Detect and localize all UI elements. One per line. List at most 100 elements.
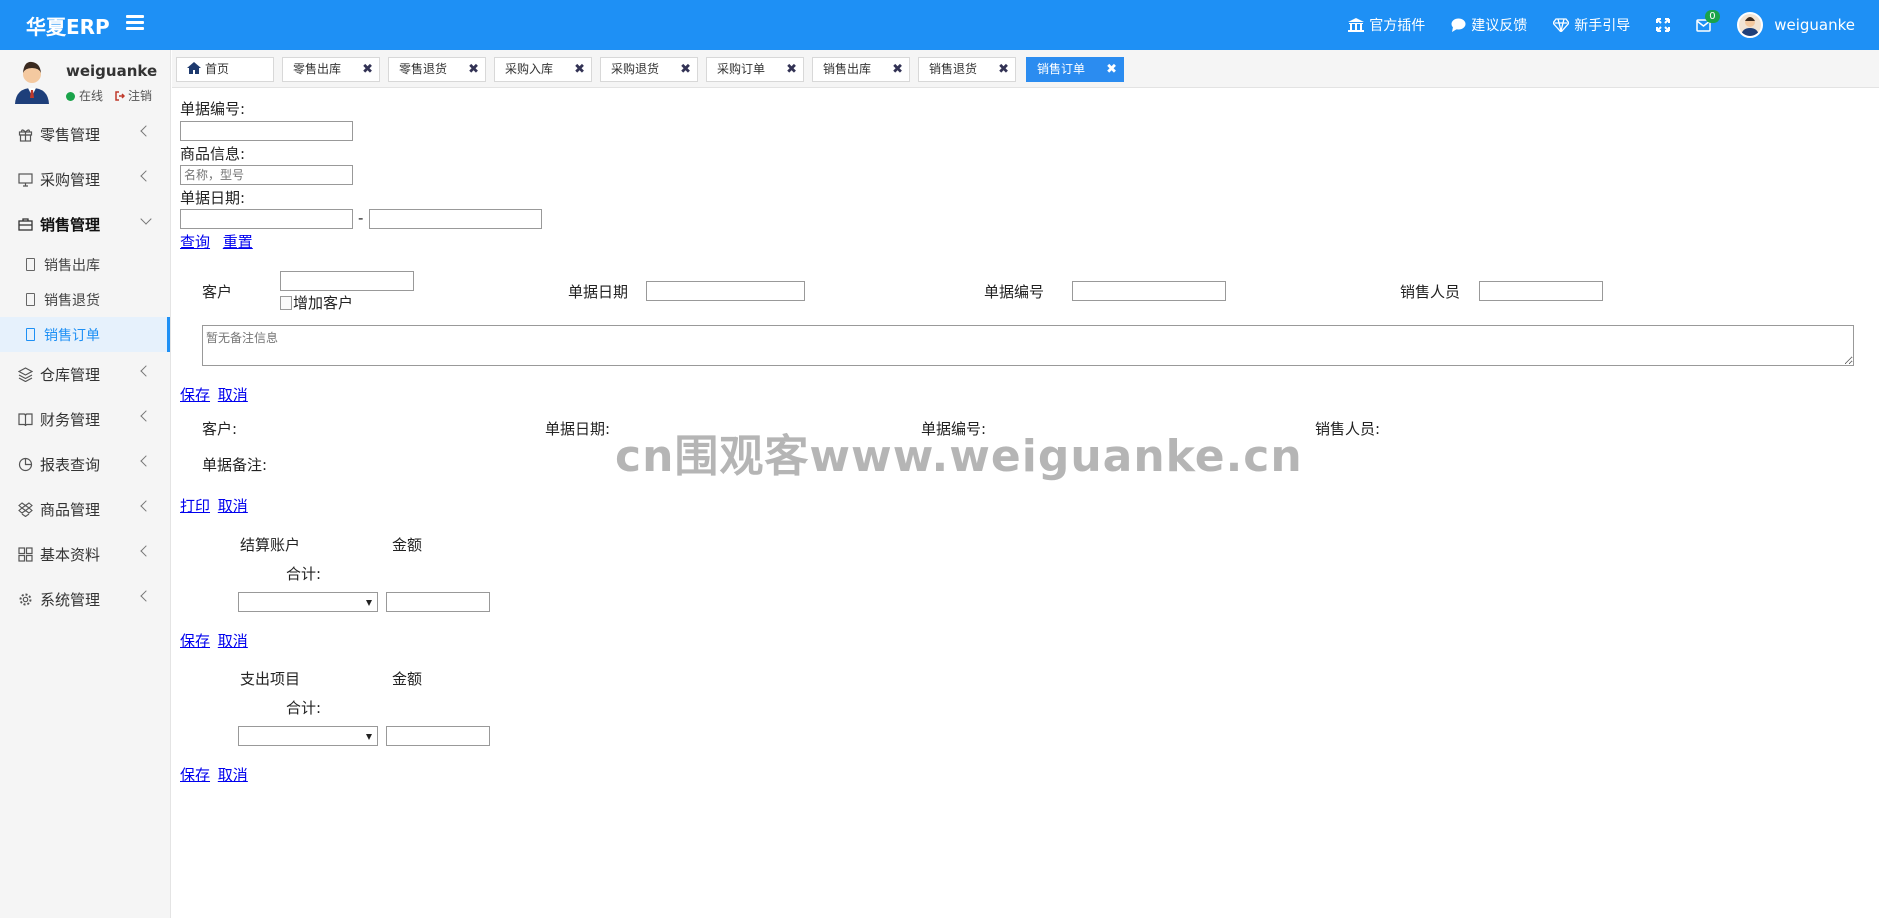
logout-link[interactable]: 注销 (115, 87, 152, 104)
tab-label: 销售退货 (929, 62, 978, 76)
grid-icon (18, 547, 33, 562)
sidebar-item-label: 财务管理 (40, 411, 101, 429)
mail-button[interactable]: 0 (1696, 9, 1720, 32)
expense-cancel-link[interactable]: 取消 (218, 766, 248, 784)
close-icon[interactable]: ✖ (786, 58, 797, 81)
monitor-icon (18, 173, 33, 187)
form-save-link[interactable]: 保存 (180, 386, 210, 404)
account-amount-input[interactable] (386, 592, 490, 612)
sidebar-item-finance[interactable]: 财务管理 (0, 397, 170, 442)
expand-icon (1656, 18, 1671, 32)
tab-purchase-order[interactable]: 采购订单 ✖ (706, 57, 804, 82)
close-icon[interactable]: ✖ (892, 58, 903, 81)
close-icon[interactable]: ✖ (680, 58, 691, 81)
form-bill-no-label: 单据编号 (984, 283, 1045, 301)
sidebar-item-basic-data[interactable]: 基本资料 (0, 532, 170, 577)
form-salesman-input[interactable] (1479, 281, 1603, 301)
sidebar-item-reports[interactable]: 报表查询 (0, 442, 170, 487)
account-select[interactable] (238, 592, 378, 612)
gear-icon (19, 593, 32, 606)
chevron-left-icon (140, 365, 152, 377)
tab-retail-out[interactable]: 零售出库 ✖ (282, 57, 380, 82)
tab-retail-return[interactable]: 零售退货 ✖ (388, 57, 486, 82)
sidebar-subitem-sales-return[interactable]: 销售退货 (0, 282, 170, 317)
user-menu[interactable]: weiguanke (1737, 12, 1855, 38)
close-icon[interactable]: ✖ (1106, 58, 1117, 81)
chevron-left-icon (140, 170, 152, 182)
sidebar-item-sales[interactable]: 销售管理 (0, 202, 170, 247)
chevron-left-icon (140, 545, 152, 557)
form-cancel-link[interactable]: 取消 (218, 386, 248, 404)
sidebar-subitem-sales-order[interactable]: 销售订单 (0, 317, 170, 352)
close-icon[interactable]: ✖ (998, 58, 1009, 81)
briefcase-icon (18, 218, 33, 231)
layers-icon (18, 367, 33, 382)
expense-total-label: 合计: (286, 699, 322, 717)
chevron-down-icon (140, 213, 152, 225)
sidebar-item-label: 基本资料 (40, 546, 101, 564)
document-icon (26, 258, 35, 271)
sidebar-item-warehouse[interactable]: 仓库管理 (0, 352, 170, 397)
query-link[interactable]: 查询 (180, 233, 210, 251)
document-icon (26, 328, 35, 341)
form-bill-no-input[interactable] (1072, 281, 1226, 301)
detail-salesman-label: 销售人员: (1315, 420, 1381, 438)
close-icon[interactable]: ✖ (574, 58, 585, 81)
fullscreen-button[interactable] (1656, 18, 1671, 32)
nav-guide[interactable]: 新手引导 (1553, 15, 1630, 35)
print-link[interactable]: 打印 (180, 497, 210, 515)
close-icon[interactable]: ✖ (468, 58, 479, 81)
profile-name: weiguanke (66, 62, 158, 80)
tab-label: 采购退货 (611, 62, 660, 76)
account-save-link[interactable]: 保存 (180, 632, 210, 650)
watermark: cn围观客www.weiguanke.cn (615, 431, 1303, 482)
sidebar-item-goods[interactable]: 商品管理 (0, 487, 170, 532)
sidebar-item-label: 采购管理 (40, 171, 101, 189)
tab-purchase-return[interactable]: 采购退货 ✖ (600, 57, 698, 82)
goods-label: 商品信息: (180, 145, 246, 163)
tab-label: 销售出库 (823, 62, 872, 76)
search-goods-input[interactable] (180, 165, 353, 185)
detail-cancel-link[interactable]: 取消 (218, 497, 248, 515)
sign-out-icon (115, 91, 126, 101)
tab-label: 零售退货 (399, 62, 448, 76)
nav-feedback[interactable]: 建议反馈 (1451, 15, 1527, 35)
tab-sales-order[interactable]: 销售订单 ✖ (1026, 57, 1124, 82)
memo-textarea[interactable] (202, 325, 1854, 366)
sidebar-subitem-label: 销售出库 (44, 257, 100, 274)
tab-purchase-in[interactable]: 采购入库 ✖ (494, 57, 592, 82)
form-date-input[interactable] (646, 281, 805, 301)
username: weiguanke (1774, 16, 1855, 34)
avatar (15, 61, 49, 104)
sidebar-subitem-sales-out[interactable]: 销售出库 (0, 247, 170, 282)
brand-logo[interactable]: 华夏ERP (26, 11, 110, 40)
tab-sales-return[interactable]: 销售退货 ✖ (918, 57, 1016, 82)
menu-toggle-icon[interactable] (126, 15, 144, 31)
home-icon (187, 62, 201, 74)
pie-icon (18, 457, 33, 472)
reset-link[interactable]: 重置 (223, 233, 253, 251)
account-cancel-link[interactable]: 取消 (218, 632, 248, 650)
sidebar-item-system[interactable]: 系统管理 (0, 577, 170, 622)
close-icon[interactable]: ✖ (362, 58, 373, 81)
detail-customer-label: 客户: (202, 420, 238, 438)
sidebar-item-retail[interactable]: 零售管理 (0, 112, 170, 157)
dropbox-icon (18, 502, 33, 517)
add-customer-image[interactable]: 增加客户 (280, 292, 353, 313)
expense-save-link[interactable]: 保存 (180, 766, 210, 784)
expense-select[interactable] (238, 726, 378, 746)
tab-sales-out[interactable]: 销售出库 ✖ (812, 57, 910, 82)
sidebar-item-purchase[interactable]: 采购管理 (0, 157, 170, 202)
search-date-end-input[interactable] (369, 209, 542, 229)
main-content: 单据编号: 商品信息: 单据日期: - 查询 重置 客户 增加客户 单据日期 单… (172, 88, 1879, 918)
search-date-start-input[interactable] (180, 209, 353, 229)
form-date-label: 单据日期 (568, 283, 629, 301)
customer-input[interactable] (280, 271, 414, 291)
search-bill-no-input[interactable] (180, 121, 353, 141)
tab-home[interactable]: 首页 (176, 57, 274, 82)
expense-amount-input[interactable] (386, 726, 490, 746)
nav-plugins[interactable]: 官方插件 (1348, 15, 1425, 35)
sidebar-item-label: 销售管理 (40, 216, 101, 234)
sidebar-subitem-label: 销售订单 (44, 327, 100, 344)
book-icon (18, 413, 33, 427)
